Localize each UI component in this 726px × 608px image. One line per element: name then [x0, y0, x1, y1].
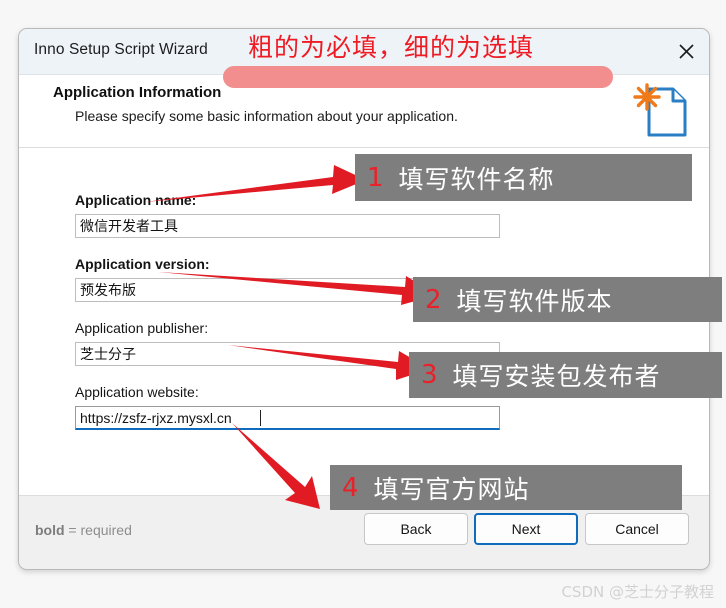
- application-website-input[interactable]: [75, 406, 500, 430]
- required-legend-bold: bold: [35, 522, 65, 538]
- application-publisher-input[interactable]: [75, 342, 500, 366]
- window-title: Inno Setup Script Wizard: [34, 41, 208, 58]
- application-name-input[interactable]: [75, 214, 500, 238]
- page-subtitle: Please specify some basic information ab…: [75, 108, 458, 124]
- required-legend: bold = required: [35, 522, 132, 538]
- wizard-footer: bold = required Back Next Cancel: [19, 495, 709, 569]
- application-version-input[interactable]: [75, 278, 500, 302]
- application-website-label: Application website:: [75, 384, 199, 400]
- watermark: CSDN @芝士分子教程: [561, 583, 714, 601]
- back-button[interactable]: Back: [364, 513, 468, 545]
- next-button[interactable]: Next: [474, 513, 578, 545]
- page-header: Application Information Please specify s…: [19, 75, 709, 148]
- required-legend-rest: = required: [64, 522, 132, 538]
- text-caret: [260, 410, 261, 426]
- cancel-button[interactable]: Cancel: [585, 513, 689, 545]
- close-icon[interactable]: [663, 29, 709, 74]
- inno-setup-wizard-window: Inno Setup Script Wizard Application Inf…: [18, 28, 710, 570]
- application-publisher-label: Application publisher:: [75, 320, 209, 336]
- application-information-form: Application name: Application version: A…: [19, 148, 709, 495]
- page-title: Application Information: [53, 84, 222, 101]
- application-version-label: Application version:: [75, 256, 210, 272]
- document-star-icon: [629, 79, 691, 141]
- title-bar: Inno Setup Script Wizard: [19, 29, 709, 75]
- application-name-label: Application name:: [75, 192, 197, 208]
